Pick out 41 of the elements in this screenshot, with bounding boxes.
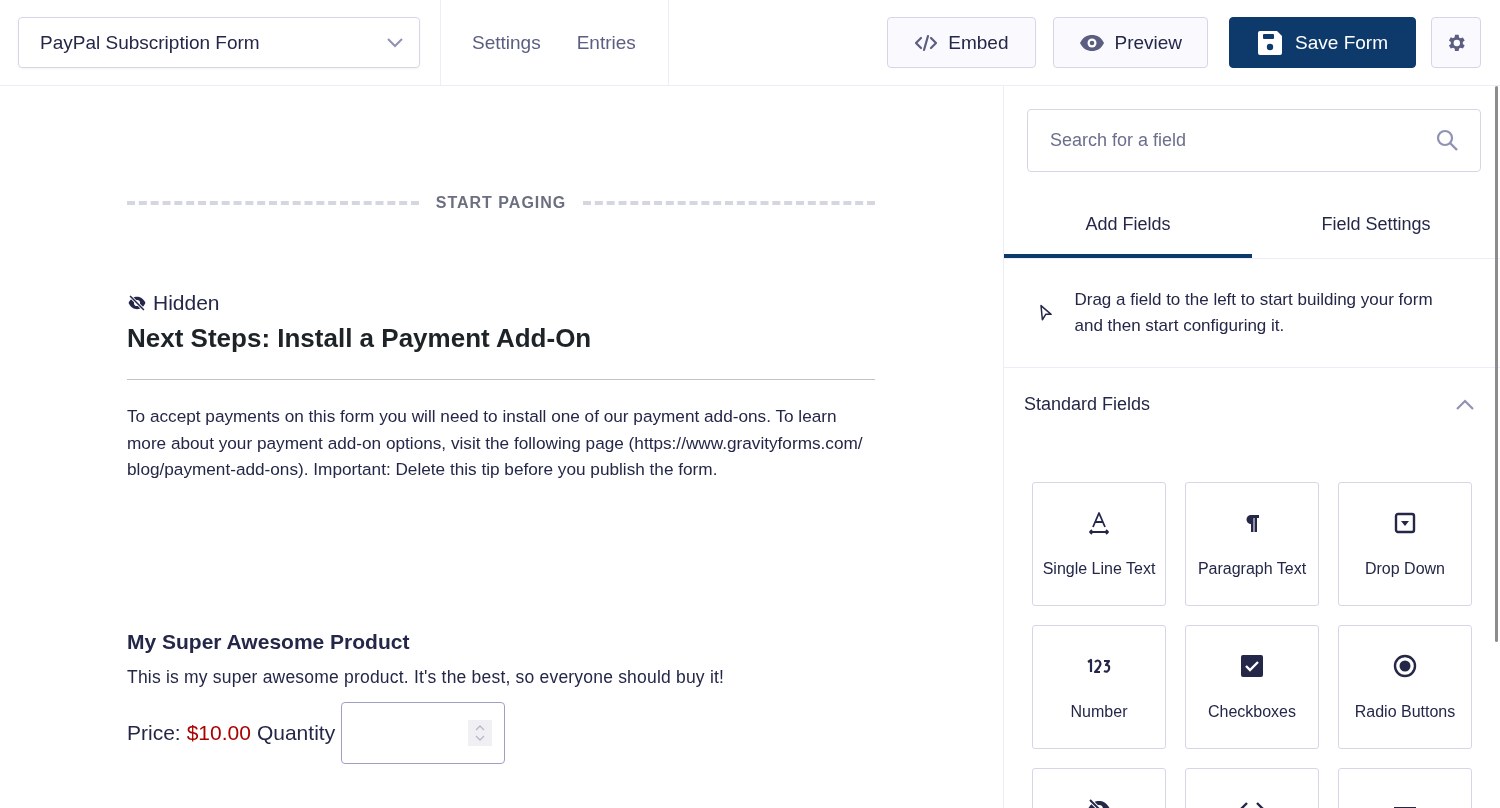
field-tile[interactable]: Number — [1032, 625, 1166, 749]
price-label: Price: — [127, 720, 181, 745]
page-break-label: START PAGING — [435, 194, 567, 212]
quantity-field[interactable] — [341, 701, 506, 764]
nav-link[interactable]: Settings — [472, 31, 541, 54]
code-icon — [914, 32, 939, 53]
chevron-down-icon — [387, 37, 403, 48]
preview-button[interactable]: Preview — [1052, 17, 1209, 68]
numbers-icon — [1086, 658, 1112, 674]
field-tile[interactable]: Single Line Text — [1032, 482, 1166, 606]
pilcrow-icon — [1244, 513, 1260, 533]
tab[interactable]: Field Settings — [1252, 214, 1500, 258]
field-tile[interactable]: Checkboxes — [1185, 625, 1319, 749]
search-field[interactable]: Search for a field — [1027, 109, 1481, 172]
search-icon — [1435, 128, 1459, 152]
field-tile[interactable]: Radio Buttons — [1338, 625, 1472, 749]
standard-fields-header[interactable]: Standard Fields — [1004, 368, 1500, 415]
radio-button-icon — [1393, 654, 1417, 678]
product-title: My Super Awesome Product — [127, 629, 411, 654]
quantity-label: Quantity — [256, 720, 336, 745]
letter-a-icon — [1088, 511, 1110, 535]
eye-icon — [1078, 33, 1105, 52]
tab[interactable]: Add Fields — [1004, 214, 1252, 258]
field-tile[interactable]: Drop Down — [1338, 482, 1472, 606]
embed-button[interactable]: Embed — [887, 17, 1036, 68]
checkbox-icon — [1241, 655, 1263, 677]
section-description: To accept payments on this form you will need to install one of our payment add-ons. To learn more about your payment add-on options, visit the following page (https://www.gravityforms.com/ blog/payment-add-ons). Important: Delete this tip before you publish the form. — [127, 405, 864, 481]
save-form-button[interactable]: Save Form — [1229, 17, 1416, 68]
section-title: Next Steps: Install a Payment Add-On — [127, 323, 593, 354]
hidden-label: Hidden — [153, 291, 220, 315]
price-value: $10.00 — [186, 720, 251, 745]
eye-slash-icon — [127, 295, 147, 311]
dropdown-icon — [1394, 512, 1416, 534]
form-selector[interactable]: PayPal Subscription Form — [18, 17, 420, 68]
nav-link[interactable]: Entries — [576, 31, 636, 54]
field-tile[interactable]: Paragraph Text — [1185, 482, 1319, 606]
product-description: This is my super awesome product. It's the best, so everyone should buy it! — [127, 666, 726, 688]
scrollbar[interactable] — [1495, 86, 1498, 642]
spinner-icon — [475, 723, 486, 742]
settings-button[interactable] — [1431, 17, 1481, 68]
hint-text: Drag a field to the left to start building your form and then start configuring it. — [1074, 289, 1434, 337]
